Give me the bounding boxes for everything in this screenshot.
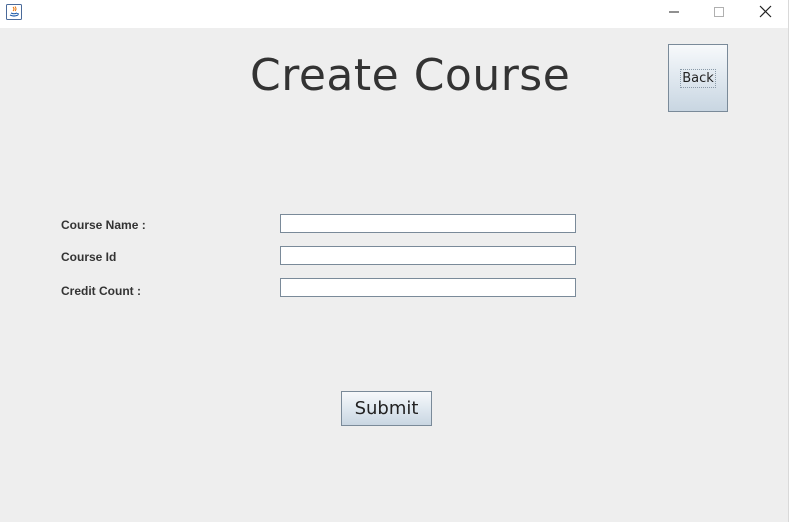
credit-count-input[interactable] bbox=[280, 278, 576, 297]
page-title: Create Course bbox=[250, 50, 571, 101]
course-name-label: Course Name : bbox=[61, 218, 146, 232]
maximize-button[interactable] bbox=[696, 0, 742, 28]
maximize-icon bbox=[713, 5, 725, 23]
course-id-label: Course Id bbox=[61, 250, 117, 264]
course-id-input[interactable] bbox=[280, 246, 576, 265]
course-name-input[interactable] bbox=[280, 214, 576, 233]
title-bar bbox=[0, 0, 788, 28]
credit-count-label: Credit Count : bbox=[61, 284, 141, 298]
submit-button[interactable]: Submit bbox=[341, 391, 432, 426]
back-button[interactable]: Back bbox=[668, 44, 728, 112]
close-icon bbox=[759, 5, 772, 23]
minimize-button[interactable] bbox=[651, 0, 697, 28]
close-button[interactable] bbox=[742, 0, 788, 28]
app-window: Create Course Back Course Name : Course … bbox=[0, 0, 789, 522]
java-icon[interactable] bbox=[6, 4, 22, 20]
back-button-label: Back bbox=[680, 68, 716, 88]
minimize-icon bbox=[668, 5, 680, 23]
